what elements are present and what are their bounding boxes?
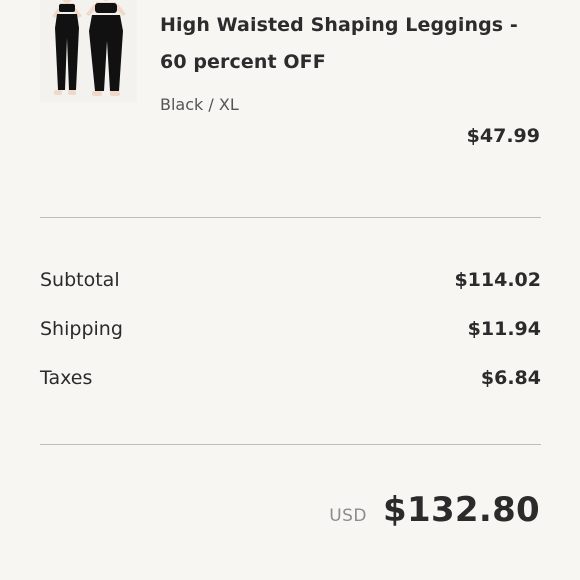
divider — [40, 444, 541, 445]
product-variant: Black / XL — [160, 95, 239, 114]
shipping-row: Shipping $11.94 — [40, 314, 541, 344]
subtotal-value: $114.02 — [454, 269, 541, 291]
product-thumbnail — [40, 0, 137, 102]
product-price: $47.99 — [466, 125, 540, 147]
order-summary-page: High Waisted Shaping Leggings - 60 perce… — [0, 0, 580, 580]
subtotal-row: Subtotal $114.02 — [40, 265, 541, 295]
product-title[interactable]: High Waisted Shaping Leggings - 60 perce… — [160, 7, 550, 81]
leggings-product-image — [52, 0, 126, 96]
subtotal-label: Subtotal — [40, 269, 120, 291]
shipping-label: Shipping — [40, 318, 123, 340]
taxes-row: Taxes $6.84 — [40, 363, 541, 393]
taxes-value: $6.84 — [480, 367, 541, 389]
total-amount: $132.80 — [383, 490, 540, 530]
divider — [40, 217, 541, 218]
taxes-label: Taxes — [40, 367, 93, 389]
order-total: USD $132.80 — [329, 490, 540, 530]
shipping-value: $11.94 — [467, 318, 541, 340]
total-currency: USD — [329, 506, 368, 526]
